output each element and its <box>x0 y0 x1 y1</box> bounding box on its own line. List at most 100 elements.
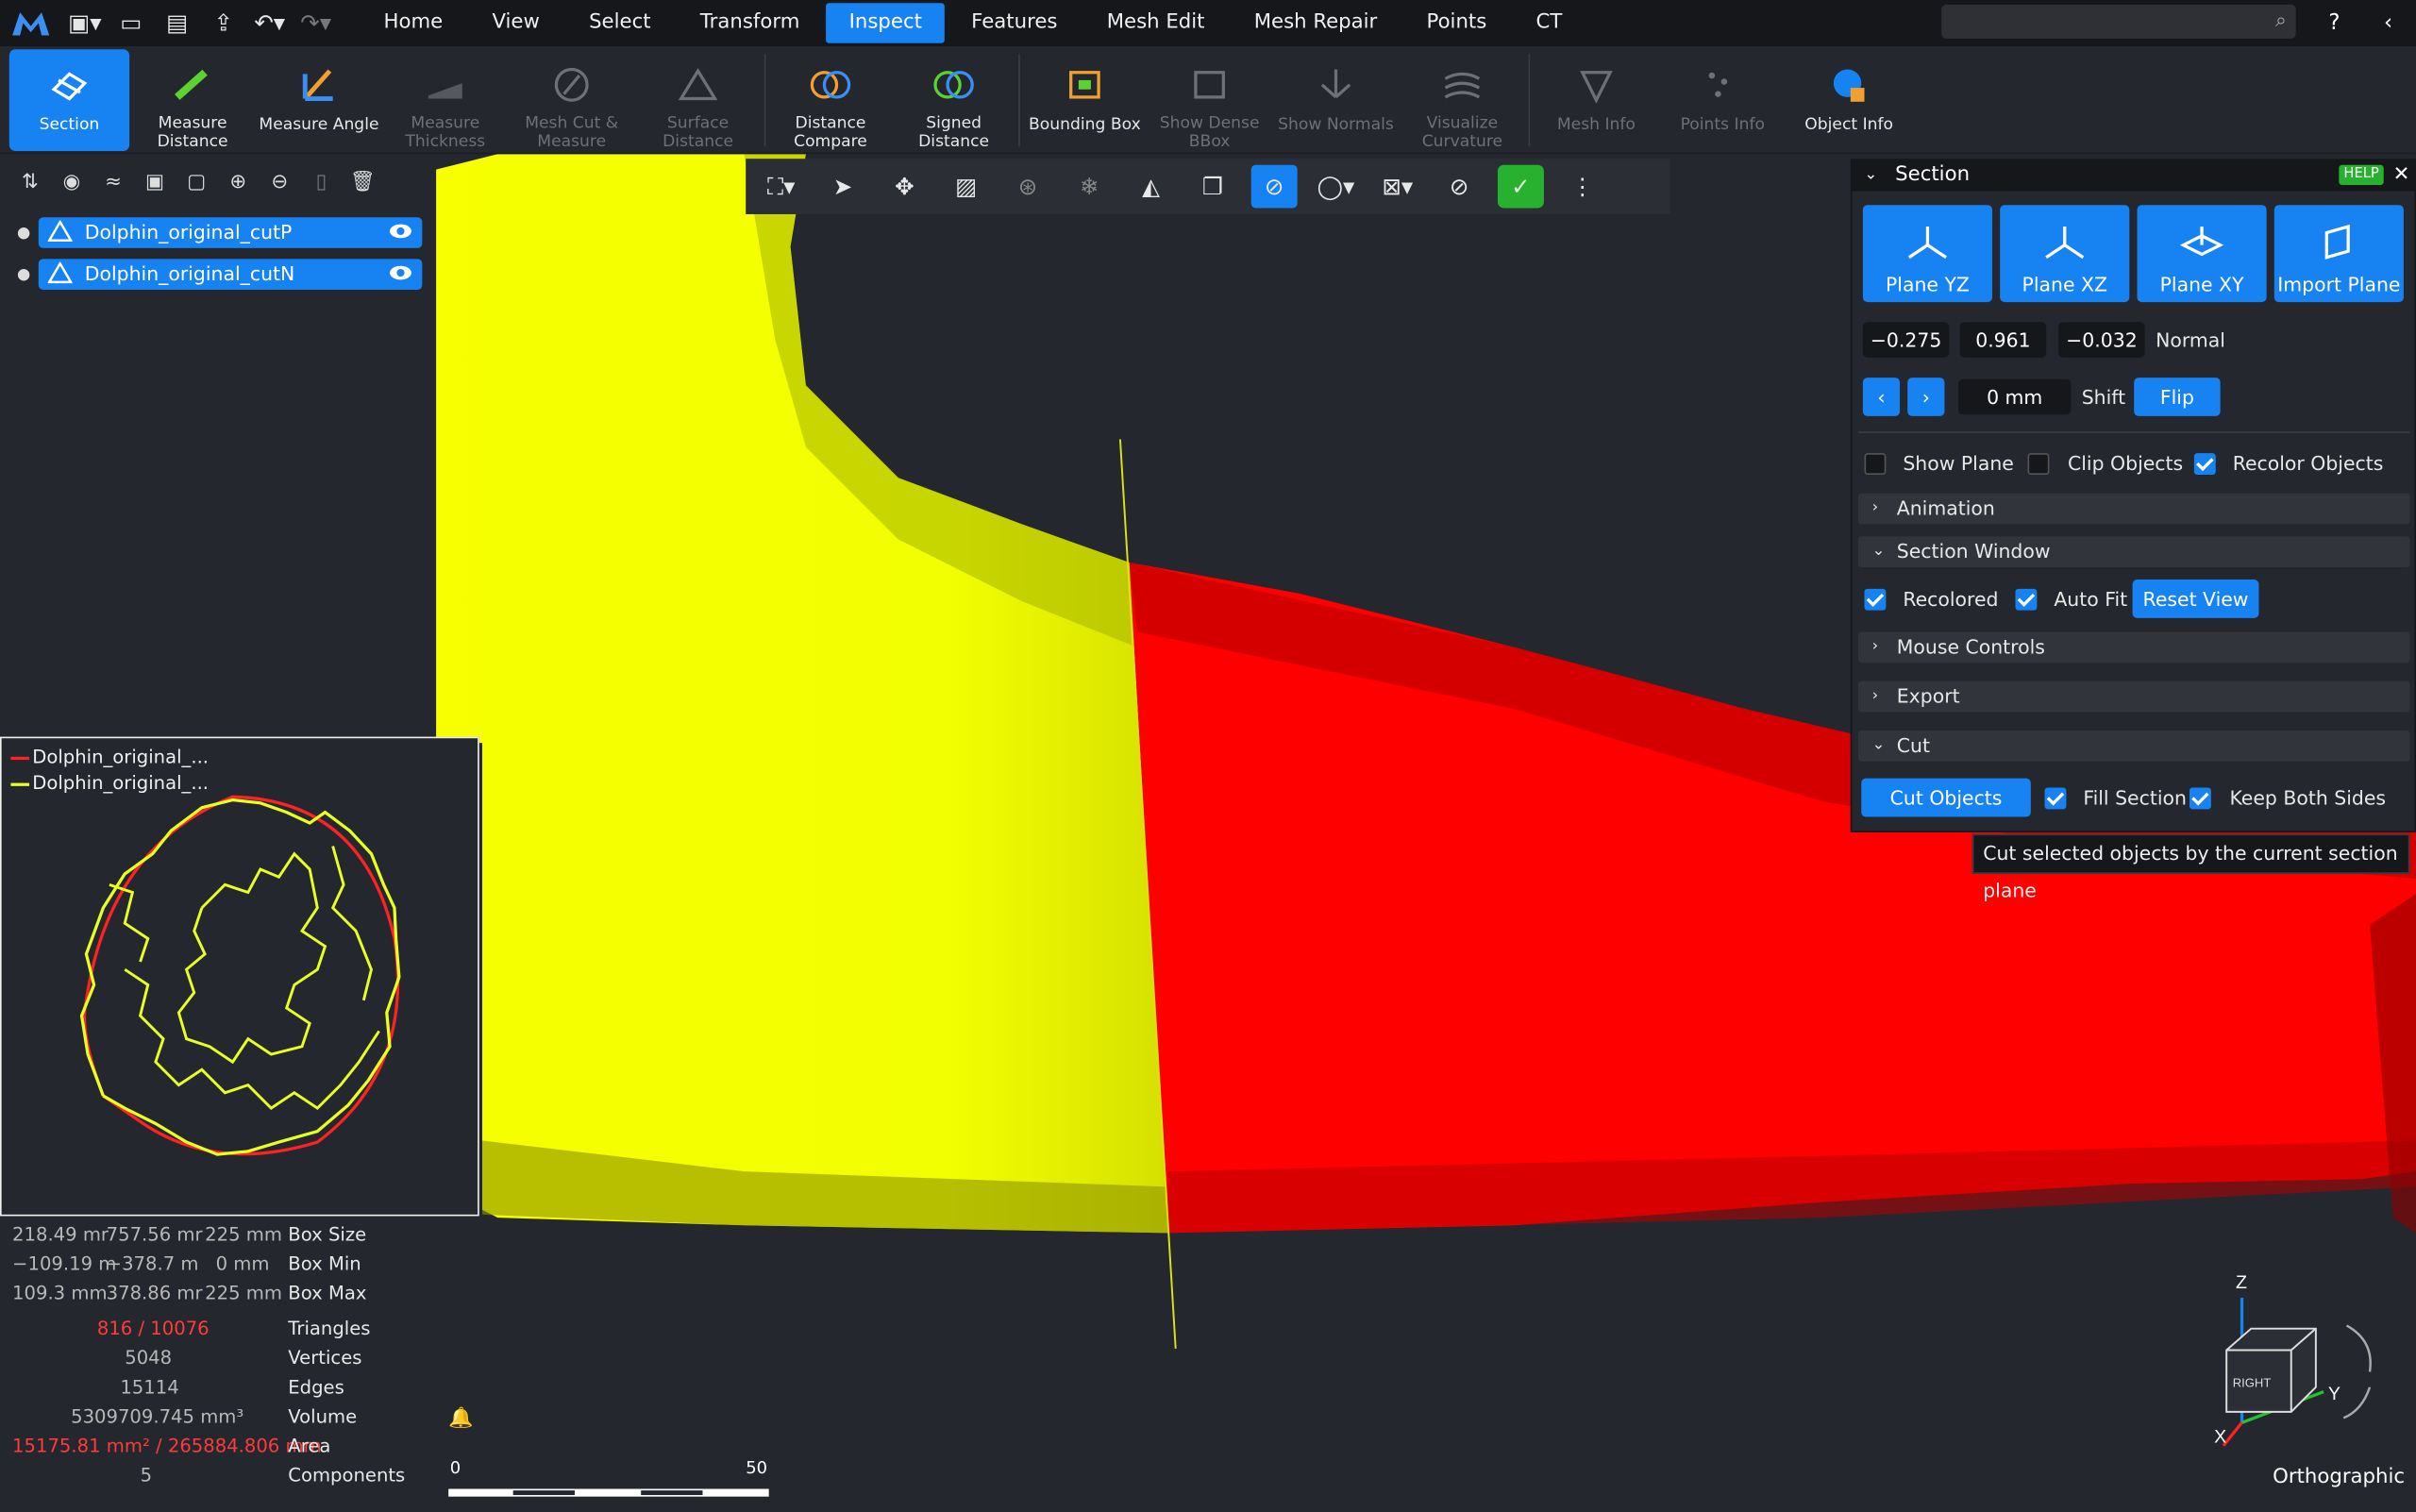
tab-features[interactable]: Features <box>948 3 1081 42</box>
tab-mesh-repair[interactable]: Mesh Repair <box>1231 3 1401 42</box>
signed-distance-button[interactable]: Signed Distance <box>892 49 1015 151</box>
disable-icon[interactable]: ⊘ <box>1436 165 1483 209</box>
reset-view-button[interactable]: Reset View <box>2132 580 2259 618</box>
lasso-icon[interactable]: ◯▾ <box>1313 165 1359 209</box>
box-select-icon[interactable]: ⊠▾ <box>1374 165 1420 209</box>
visibility-eye-icon[interactable] <box>388 263 412 282</box>
move-up-icon[interactable]: ⊕ <box>217 163 259 200</box>
deselect-icon[interactable]: ▢ <box>176 163 217 200</box>
shift-next-button[interactable]: › <box>1907 378 1945 416</box>
panel-header[interactable]: ⌄ Section HELP ✕ <box>1852 160 2416 192</box>
select-cursor-icon[interactable]: ➤ <box>820 165 866 209</box>
open-folder-icon[interactable]: ▭ <box>108 0 154 46</box>
tree-item-cutn[interactable]: Dolphin_original_cutN <box>38 259 423 291</box>
measure-distance-button[interactable]: Measure Distance <box>129 49 256 151</box>
mesh-info-button[interactable]: Mesh Info <box>1533 49 1659 151</box>
object-info-button[interactable]: Object Info <box>1786 49 1912 151</box>
apply-check-icon[interactable]: ✓ <box>1497 164 1544 209</box>
recolored-checkbox[interactable] <box>1864 588 1887 611</box>
clip-objects-checkbox[interactable] <box>2027 453 2050 475</box>
normal-z-field[interactable]: −0.032 <box>2058 322 2145 358</box>
mercedes-icon[interactable]: ⊛ <box>1004 165 1050 209</box>
section-button[interactable]: Section <box>8 49 130 152</box>
show-dense-bbox-button[interactable]: Show Dense BBox <box>1147 49 1273 151</box>
visualize-curvature-button[interactable]: Visualize Curvature <box>1399 49 1525 151</box>
dense-bbox-icon <box>1186 61 1233 106</box>
sort-icon[interactable]: ⇅ <box>9 163 51 200</box>
show-plane-checkbox[interactable] <box>1864 453 1887 475</box>
section-view-icon[interactable]: ⊘ <box>1250 164 1298 209</box>
panel-title: Section <box>1895 163 1971 187</box>
help-icon[interactable]: ? <box>2319 8 2350 39</box>
fill-section-checkbox[interactable] <box>2044 787 2067 810</box>
measure-angle-button[interactable]: Measure Angle <box>256 49 382 151</box>
edit-icon[interactable]: ▨ <box>943 165 989 209</box>
distance-compare-button[interactable]: Distance Compare <box>769 49 893 151</box>
section-window-header[interactable]: ⌄ Section Window <box>1857 536 2410 567</box>
mouse-controls-header[interactable]: › Mouse Controls <box>1857 631 2410 664</box>
tab-mesh-edit[interactable]: Mesh Edit <box>1083 3 1228 42</box>
projection-label[interactable]: Orthographic <box>2273 1466 2405 1488</box>
stat-value: 15175.81 mm² / 265884.806 mm <box>12 1435 322 1457</box>
show-normals-button[interactable]: Show Normals <box>1273 49 1400 151</box>
view-cube[interactable]: Z RIGHT Y X <box>2192 1264 2392 1464</box>
bounding-box-button[interactable]: Bounding Box <box>1023 49 1147 151</box>
shift-field[interactable]: 0 mm <box>1958 378 2072 415</box>
fit-view-icon[interactable]: ⛶▾ <box>758 165 804 209</box>
recolor-objects-checkbox[interactable] <box>2193 453 2216 475</box>
shapes-icon[interactable]: ◭ <box>1128 165 1174 209</box>
keep-both-sides-checkbox[interactable] <box>2189 787 2211 810</box>
export-icon[interactable]: ⇪ <box>200 0 246 46</box>
tab-inspect[interactable]: Inspect <box>826 3 946 43</box>
surface-distance-button[interactable]: Surface Distance <box>635 49 762 151</box>
export-label: Export <box>1896 684 1960 708</box>
plane-xz-button[interactable]: Plane XZ <box>2000 205 2130 303</box>
close-icon[interactable]: ✕ <box>2393 160 2410 192</box>
cut-header[interactable]: ⌄ Cut <box>1857 731 2410 762</box>
normal-y-field[interactable]: 0.961 <box>1959 322 2047 358</box>
tree-item-cutp[interactable]: Dolphin_original_cutP <box>38 217 423 248</box>
chevron-down-icon[interactable]: ⌄ <box>1865 160 1878 192</box>
measure-thickness-button[interactable]: Measure Thickness <box>382 49 509 151</box>
export-header[interactable]: › Export <box>1857 680 2410 713</box>
snowflake-icon[interactable]: ❄ <box>1066 165 1113 209</box>
visibility-eye-icon[interactable] <box>388 222 412 241</box>
redo-icon[interactable]: ↷▾ <box>293 0 339 46</box>
select-all-icon[interactable]: ▣ <box>134 163 176 200</box>
section-window[interactable]: Dolphin_original_... Dolphin_original_..… <box>0 736 479 1217</box>
new-file-icon[interactable]: ▣▾ <box>61 0 108 46</box>
move-icon[interactable]: ✥ <box>881 165 928 209</box>
undo-icon[interactable]: ↶▾ <box>246 0 293 46</box>
notification-bell-icon[interactable]: 🔔 <box>448 1407 473 1430</box>
show-all-icon[interactable]: ◉ <box>51 163 92 200</box>
normal-x-field[interactable]: −0.275 <box>1862 322 1950 358</box>
flip-button[interactable]: Flip <box>2134 378 2221 416</box>
auto-fit-checkbox[interactable] <box>2015 588 2038 611</box>
tab-home[interactable]: Home <box>361 3 466 42</box>
hide-all-icon[interactable]: ≈ <box>92 163 134 200</box>
delete-icon[interactable]: 🗑 <box>342 163 383 200</box>
group-icon[interactable]: ▯ <box>300 163 342 200</box>
copy-icon[interactable]: ❐ <box>1189 165 1235 209</box>
help-badge[interactable]: HELP <box>2339 164 2384 185</box>
tab-select[interactable]: Select <box>566 3 674 42</box>
tab-transform[interactable]: Transform <box>677 3 823 42</box>
animation-section-header[interactable]: › Animation <box>1857 493 2410 525</box>
save-icon[interactable]: ▤ <box>154 0 200 46</box>
mesh-cut-measure-button[interactable]: Mesh Cut & Measure <box>509 49 635 151</box>
plane-xy-button[interactable]: Plane XY <box>2137 205 2267 303</box>
tab-view[interactable]: View <box>469 3 562 42</box>
search-input[interactable]: ⌕ <box>1941 4 2296 39</box>
shift-prev-button[interactable]: ‹ <box>1862 378 1901 416</box>
tab-ct[interactable]: CT <box>1513 3 1586 42</box>
more-icon[interactable]: ⋮ <box>1559 165 1605 209</box>
points-info-button[interactable]: Points Info <box>1659 49 1786 151</box>
tab-points[interactable]: Points <box>1403 3 1510 42</box>
app-logo-icon[interactable] <box>0 0 61 46</box>
collapse-icon[interactable]: ‹ <box>2373 8 2404 39</box>
plane-yz-button[interactable]: Plane YZ <box>1862 205 1993 303</box>
import-plane-button[interactable]: Import Plane <box>2273 205 2404 303</box>
move-down-icon[interactable]: ⊖ <box>259 163 300 200</box>
chevron-right-icon: › <box>1871 638 1879 656</box>
cut-objects-button[interactable]: Cut Objects <box>1861 778 2031 817</box>
